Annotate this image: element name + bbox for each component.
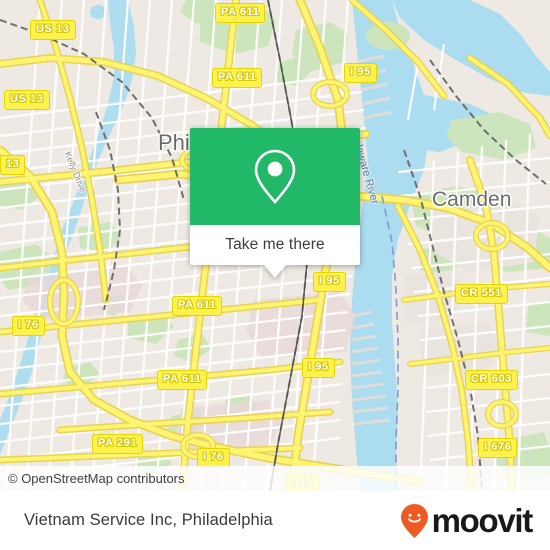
- map-canvas[interactable]: Philadelphia Camden Delaware River Kelly…: [0, 0, 550, 491]
- osm-attribution-text[interactable]: © OpenStreetMap contributors: [0, 471, 185, 486]
- road-shield: PA 611: [212, 68, 263, 88]
- moovit-map-screenshot: Philadelphia Camden Delaware River Kelly…: [0, 0, 550, 550]
- take-me-there-button[interactable]: Take me there: [225, 236, 325, 254]
- road-shield: CR 603: [465, 370, 518, 390]
- popup-footer[interactable]: Take me there: [190, 225, 360, 278]
- road-shield: I 95: [302, 358, 335, 378]
- map-destination-popup[interactable]: Take me there: [190, 128, 360, 278]
- page-footer: Vietnam Service Inc, Philadelphia moovit: [0, 491, 550, 550]
- road-shield: PA 611: [215, 3, 266, 23]
- moovit-wordmark: moovit: [431, 502, 534, 539]
- place-title: Vietnam Service Inc, Philadelphia: [24, 511, 273, 529]
- location-pin-icon: [254, 149, 296, 204]
- road-shield: CR 551: [455, 284, 508, 304]
- road-shield: 13: [0, 155, 26, 175]
- road-shield: I 95: [344, 63, 377, 83]
- popup-pointer: [264, 265, 286, 278]
- popup-header: [190, 128, 360, 225]
- road-shield: I 676: [478, 438, 518, 458]
- road-shield: PA 291: [92, 434, 144, 454]
- road-shield: PA 611: [157, 370, 208, 390]
- road-shield: I 76: [12, 316, 45, 336]
- road-shield: I 95: [313, 272, 346, 292]
- map-label-camden: Camden: [432, 188, 512, 211]
- road-shield: PA 611: [172, 296, 223, 316]
- road-shield: I 76: [197, 448, 230, 468]
- moovit-logo[interactable]: moovit: [400, 502, 534, 539]
- road-shield: US 13: [30, 20, 76, 40]
- moovit-pin-icon: [400, 503, 428, 538]
- road-shield: US 13: [4, 90, 50, 110]
- map-attribution-bar: © OpenStreetMap contributors: [0, 466, 550, 491]
